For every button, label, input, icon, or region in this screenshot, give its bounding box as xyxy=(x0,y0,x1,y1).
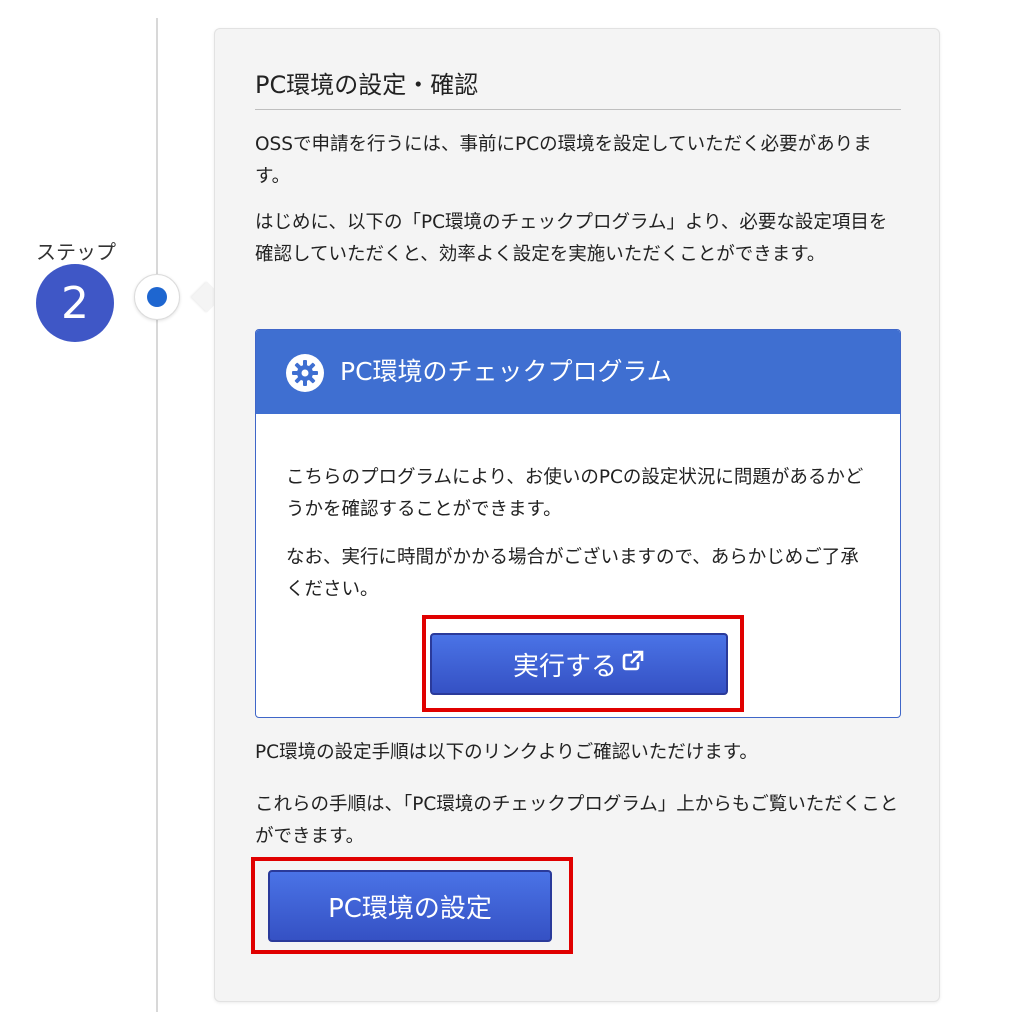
timeline-line xyxy=(156,18,158,1012)
program-description-2: なお、実行に時間がかかる場合がございますので、あらかじめご了承ください。 xyxy=(286,547,859,600)
check-program-header: PC環境のチェックプログラム xyxy=(256,330,900,414)
step-number: 2 xyxy=(61,277,89,329)
run-button-label: 実行する xyxy=(512,651,617,682)
step-label: ステップ xyxy=(36,240,116,264)
page: ステップ 2 PC環境の設定・確認 OSSで申請を行うには、事前にPCの環境を設… xyxy=(0,0,1022,1024)
pc-settings-button[interactable]: PC環境の設定 xyxy=(268,870,552,942)
intro-paragraph-1: OSSで申請を行うには、事前にPCの環境を設定していただく必要があります。 xyxy=(255,134,872,187)
settings-link-note: これらの手順は、「PC環境のチェックプログラム」上からもご覧いただくことができま… xyxy=(255,794,899,847)
gear-icon xyxy=(286,354,324,392)
timeline-dot xyxy=(147,287,167,307)
run-button[interactable]: 実行する xyxy=(430,633,728,695)
card-title: PC環境の設定・確認 xyxy=(255,71,479,99)
program-description-1: こちらのプログラムにより、お使いのPCの設定状況に問題があるかどうかを確認するこ… xyxy=(286,467,864,520)
timeline-marker xyxy=(134,274,180,320)
step-number-badge: 2 xyxy=(36,264,114,342)
intro-paragraph-2: はじめに、以下の「PC環境のチェックプログラム」より、必要な設定項目を確認してい… xyxy=(255,212,888,265)
step-card: PC環境の設定・確認 OSSで申請を行うには、事前にPCの環境を設定していただく… xyxy=(214,28,940,1002)
settings-link-intro: PC環境の設定手順は以下のリンクよりご確認いただけます。 xyxy=(255,742,758,763)
external-link-icon xyxy=(621,649,645,680)
check-program-title: PC環境のチェックプログラム xyxy=(340,357,672,386)
title-divider xyxy=(255,109,901,110)
pc-settings-button-label: PC環境の設定 xyxy=(328,893,492,924)
